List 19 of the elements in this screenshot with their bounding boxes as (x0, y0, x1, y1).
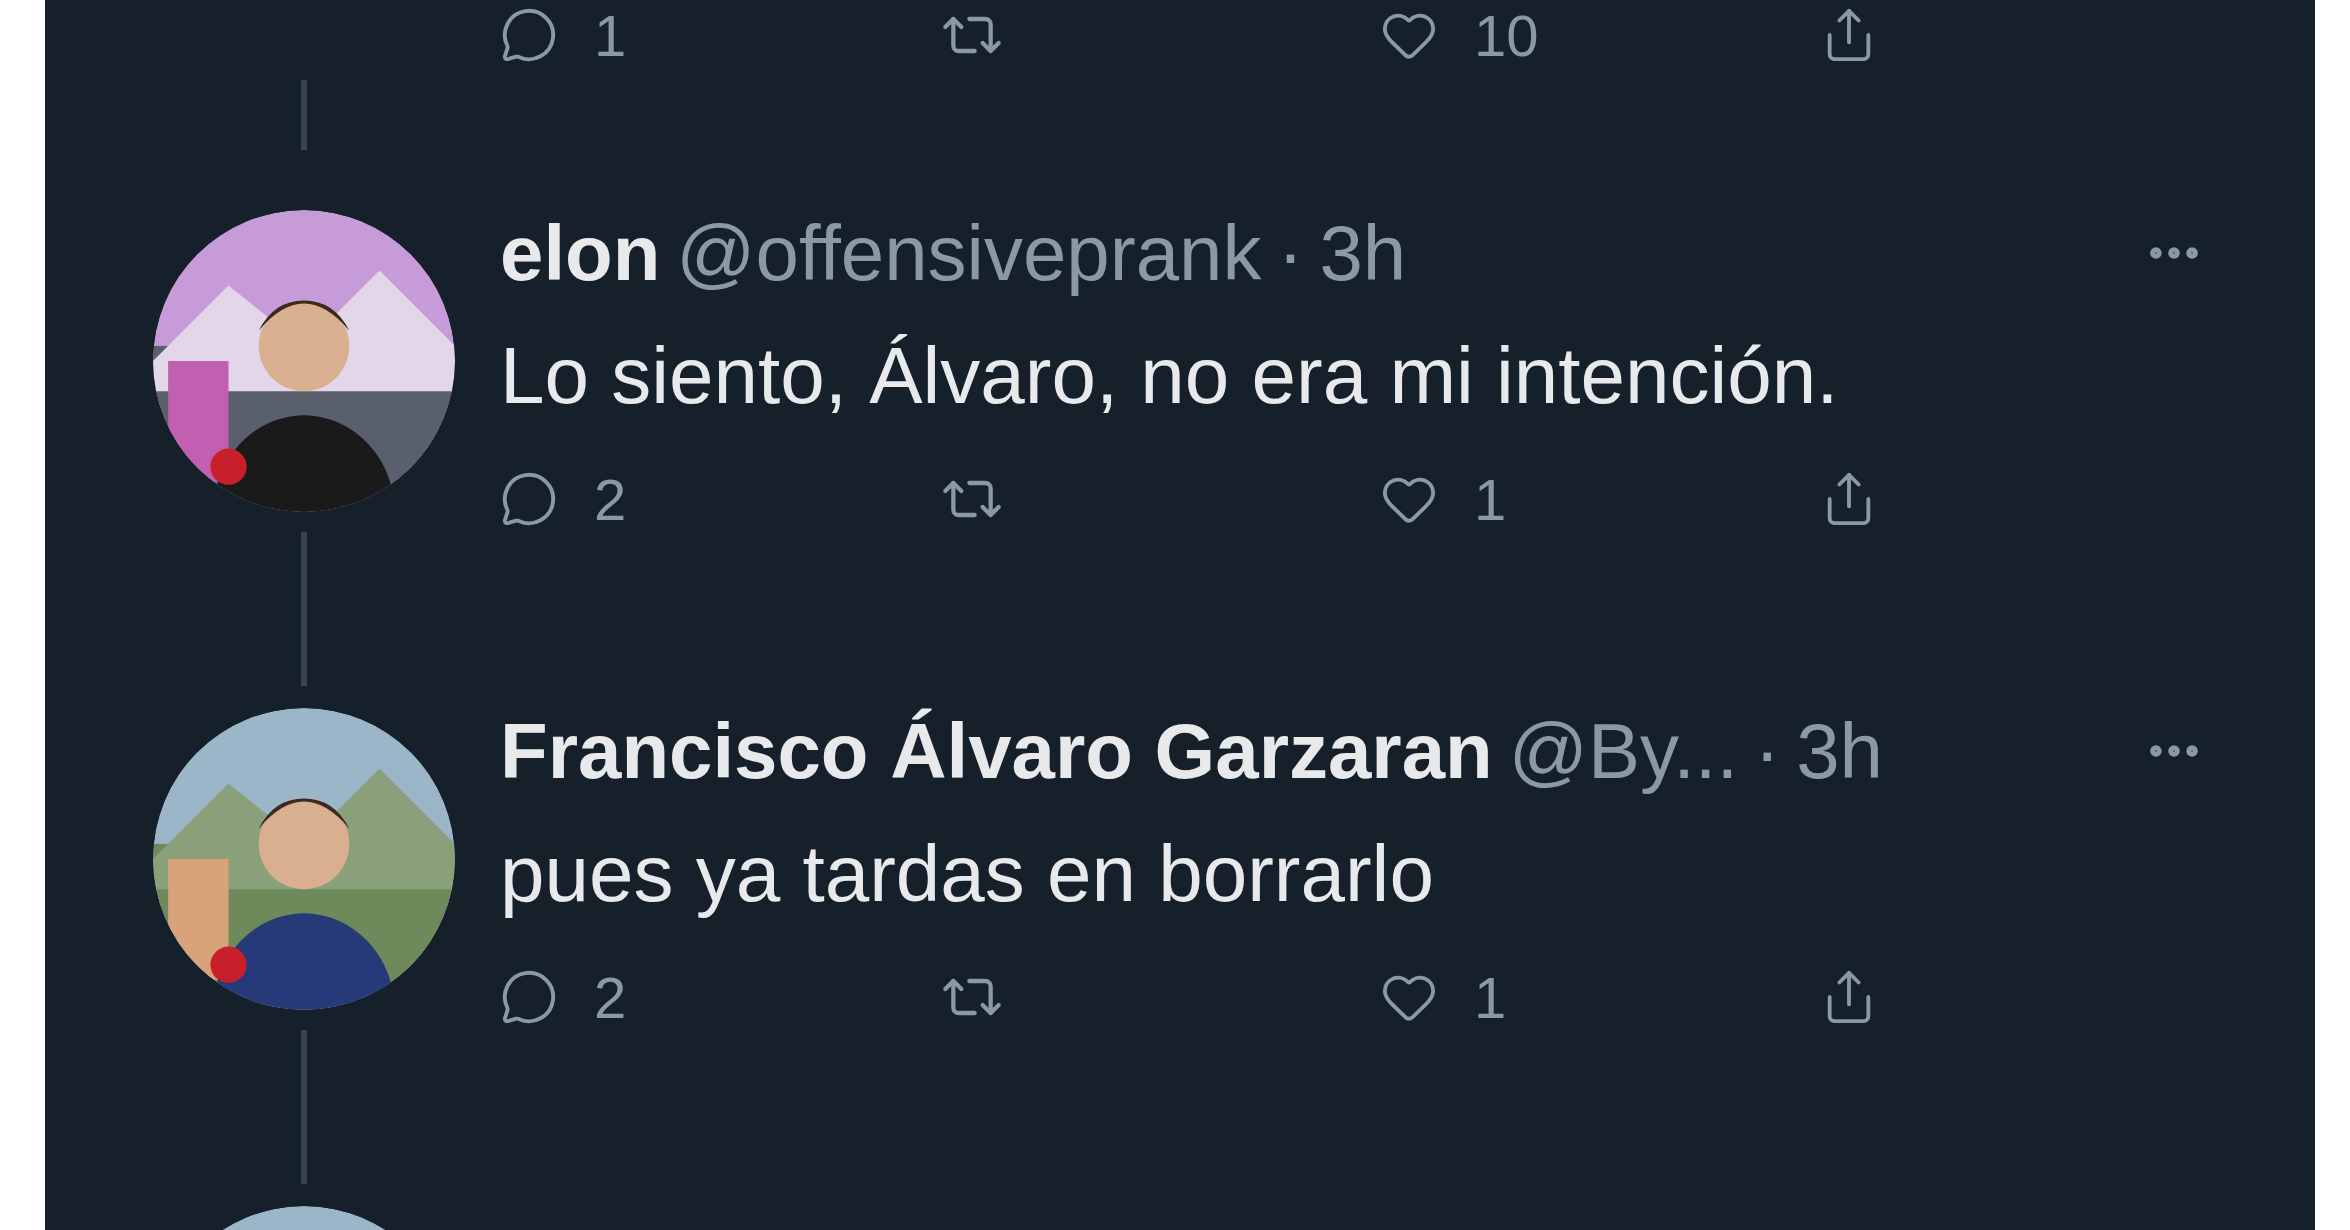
user-handle[interactable]: @offensiveprank (676, 207, 1262, 299)
separator-dot: · (1754, 705, 1781, 797)
reply-count: 2 (594, 963, 627, 1031)
timestamp[interactable]: 3h (1319, 207, 1407, 299)
tweet-text: pues ya tardas en borrarlo (500, 828, 1435, 920)
reply-icon[interactable] (500, 968, 558, 1026)
tweet-text: Lo siento, Álvaro, no era mi intención. (500, 330, 1840, 422)
display-name[interactable]: elon (500, 207, 661, 299)
timestamp[interactable]: 3h (1796, 705, 1883, 797)
like-count: 1 (1474, 963, 1507, 1031)
reply-count: 1 (594, 1, 627, 69)
separator-dot: · (1277, 207, 1304, 299)
reply-icon[interactable] (500, 6, 558, 64)
reply-count: 2 (594, 465, 627, 533)
user-handle[interactable]: @By... (1508, 705, 1739, 797)
display-name[interactable]: Francisco Álvaro Garzaran (500, 705, 1493, 797)
like-count: 1 (1474, 465, 1507, 533)
like-count: 10 (1474, 1, 1539, 69)
reply-icon[interactable] (500, 470, 558, 528)
